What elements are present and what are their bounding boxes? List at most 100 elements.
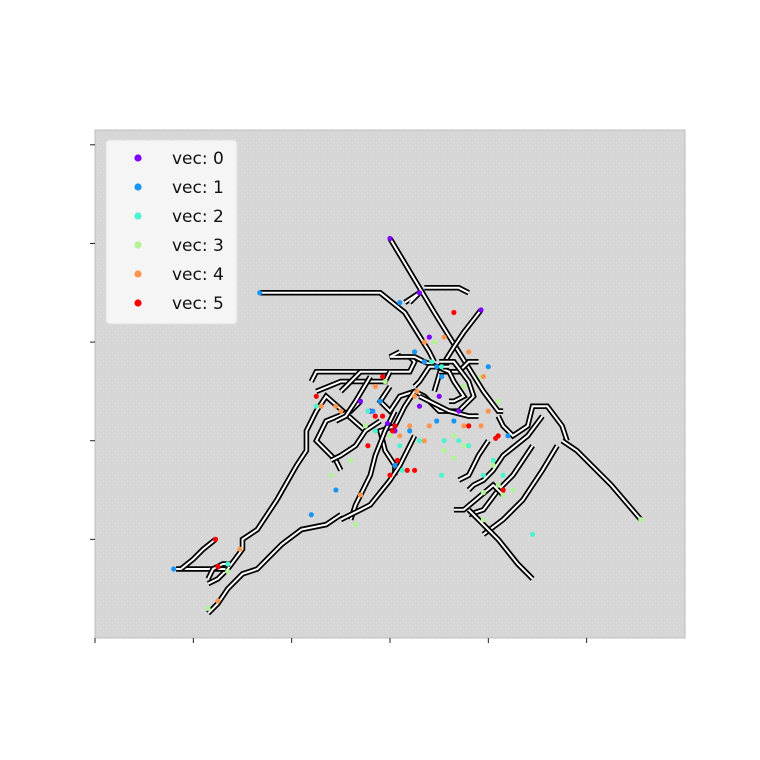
point-vec5-12 [412, 467, 418, 473]
legend-marker-0 [134, 154, 142, 162]
point-vec5-9 [394, 457, 400, 463]
point-vec3-10 [441, 448, 447, 454]
point-vec1-14 [171, 566, 177, 572]
point-vec3-0 [431, 339, 437, 345]
point-vec4-11 [397, 433, 403, 439]
point-vec3-3 [461, 383, 467, 390]
point-vec2-16 [530, 531, 536, 538]
point-vec4-6 [338, 408, 344, 414]
point-vec5-2 [313, 393, 319, 399]
point-vec3-4 [495, 398, 501, 404]
point-vec3-19 [328, 472, 334, 478]
point-vec2-3 [313, 403, 319, 409]
point-vec1-1 [257, 290, 263, 296]
point-vec3-15 [500, 492, 506, 498]
point-vec5-7 [466, 423, 472, 429]
point-vec5-16 [215, 563, 221, 570]
point-vec3-9 [387, 433, 393, 439]
point-vec5-5 [389, 428, 396, 434]
point-vec4-0 [421, 339, 427, 345]
point-vec3-8 [362, 423, 368, 429]
point-vec3-5 [451, 433, 457, 439]
x-axis-ticks [94, 638, 588, 643]
point-vec2-13 [490, 457, 496, 463]
point-vec1-13 [308, 512, 314, 518]
point-vec2-10 [439, 472, 445, 478]
point-vec0-1 [416, 290, 423, 296]
point-vec4-12 [407, 423, 413, 429]
point-vec4-3 [480, 374, 486, 380]
point-vec0-2 [478, 307, 484, 313]
legend-label-5: vec: 5 [172, 294, 224, 314]
point-vec1-15 [392, 462, 398, 468]
point-vec3-18 [638, 517, 644, 523]
point-vec5-17 [493, 435, 499, 441]
point-vec4-10 [421, 438, 427, 444]
point-vec2-4 [365, 408, 371, 414]
point-vec1-5 [439, 374, 445, 380]
legend-marker-5 [134, 299, 142, 307]
point-vec3-20 [205, 605, 211, 612]
point-vec3-17 [353, 522, 359, 528]
point-vec5-4 [380, 413, 386, 419]
point-vec4-17 [237, 546, 243, 552]
point-vec3-21 [225, 568, 231, 575]
point-vec3-16 [480, 517, 486, 523]
point-vec3-11 [490, 462, 496, 468]
point-vec4-19 [485, 408, 491, 414]
point-vec1-3 [421, 359, 427, 365]
point-vec1-4 [434, 364, 440, 370]
point-vec4-7 [372, 383, 378, 390]
point-vec1-16 [407, 428, 413, 434]
legend-marker-1 [134, 183, 142, 191]
point-vec2-17 [225, 561, 231, 567]
point-vec2-8 [456, 438, 462, 444]
point-vec1-6 [485, 364, 491, 370]
figure: vec: 0 vec: 1 vec: 2 vec: 3 vec: 4 vec: … [90, 129, 686, 643]
legend: vec: 0 vec: 1 vec: 2 vec: 3 vec: 4 vec: … [105, 139, 238, 325]
point-vec1-7 [377, 398, 383, 404]
point-vec2-1 [439, 364, 445, 370]
point-vec4-4 [318, 403, 324, 409]
point-vec4-5 [333, 403, 339, 409]
point-vec0-4 [357, 398, 364, 404]
point-vec2-12 [399, 467, 405, 473]
point-vec5-10 [387, 472, 393, 478]
point-vec0-3 [426, 334, 432, 340]
point-vec3-13 [480, 489, 486, 496]
legend-label-1: vec: 1 [172, 178, 224, 198]
point-vec4-9 [412, 393, 418, 399]
point-vec3-22 [348, 457, 354, 463]
point-vec3-14 [510, 487, 516, 493]
point-vec4-18 [215, 598, 221, 604]
point-vec4-15 [478, 423, 484, 429]
legend-label-3: vec: 3 [172, 236, 224, 256]
point-vec2-14 [480, 472, 486, 478]
y-axis-ticks [90, 144, 95, 540]
point-vec5-13 [500, 487, 506, 493]
point-vec5-0 [451, 309, 457, 316]
point-vec0-0 [387, 235, 393, 242]
point-vec4-2 [466, 349, 472, 355]
point-vec1-2 [412, 349, 418, 355]
point-vec2-0 [429, 359, 435, 365]
point-vec2-6 [416, 438, 423, 444]
point-vec1-0 [397, 300, 403, 306]
legend-marker-2 [134, 212, 142, 220]
point-vec3-6 [461, 443, 467, 449]
point-vec4-8 [414, 388, 420, 394]
point-vec5-11 [404, 467, 410, 473]
point-vec5-14 [365, 443, 371, 449]
point-vec0-10 [456, 408, 462, 414]
legend-marker-4 [134, 270, 142, 278]
point-vec2-7 [441, 438, 447, 444]
legend-label-2: vec: 2 [172, 207, 224, 227]
point-vec2-9 [466, 443, 472, 449]
point-vec0-7 [384, 420, 391, 427]
point-vec2-11 [397, 443, 403, 449]
point-vec5-15 [212, 536, 219, 543]
point-vec3-12 [495, 482, 501, 488]
point-vec1-12 [333, 487, 339, 493]
legend-marker-3 [134, 241, 142, 249]
legend-label-4: vec: 4 [172, 265, 224, 285]
